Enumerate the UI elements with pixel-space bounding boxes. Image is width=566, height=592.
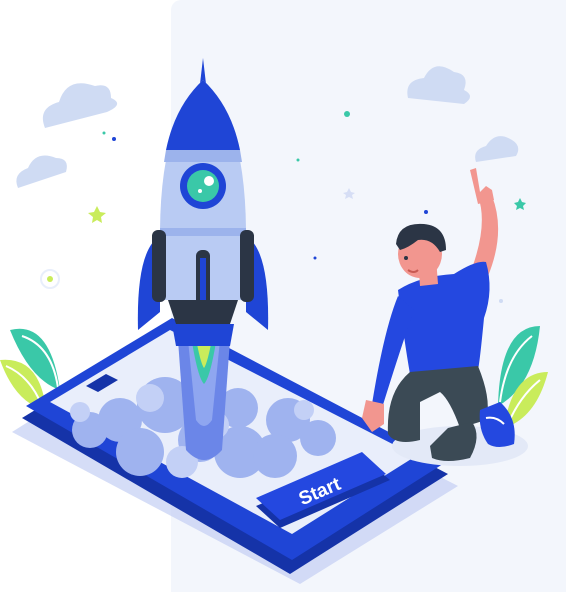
dot — [102, 131, 106, 135]
dot — [112, 137, 116, 141]
cloud-icon — [407, 66, 470, 104]
dot — [344, 111, 350, 117]
dot — [424, 210, 428, 214]
dot — [499, 299, 503, 303]
star-icon — [343, 188, 355, 199]
cloud-icon — [42, 83, 118, 128]
rocket-exhaust — [178, 340, 230, 460]
dot — [296, 158, 300, 162]
star-icon — [514, 198, 526, 210]
dot — [313, 256, 317, 260]
cloud-icon — [475, 136, 519, 162]
rocket — [137, 58, 269, 346]
star-icon — [88, 206, 106, 223]
dot — [47, 276, 53, 282]
launch-illustration: Start — [0, 0, 566, 592]
cloud-icon — [16, 155, 67, 188]
illustration-canvas: Start — [0, 58, 548, 584]
person — [362, 168, 528, 466]
